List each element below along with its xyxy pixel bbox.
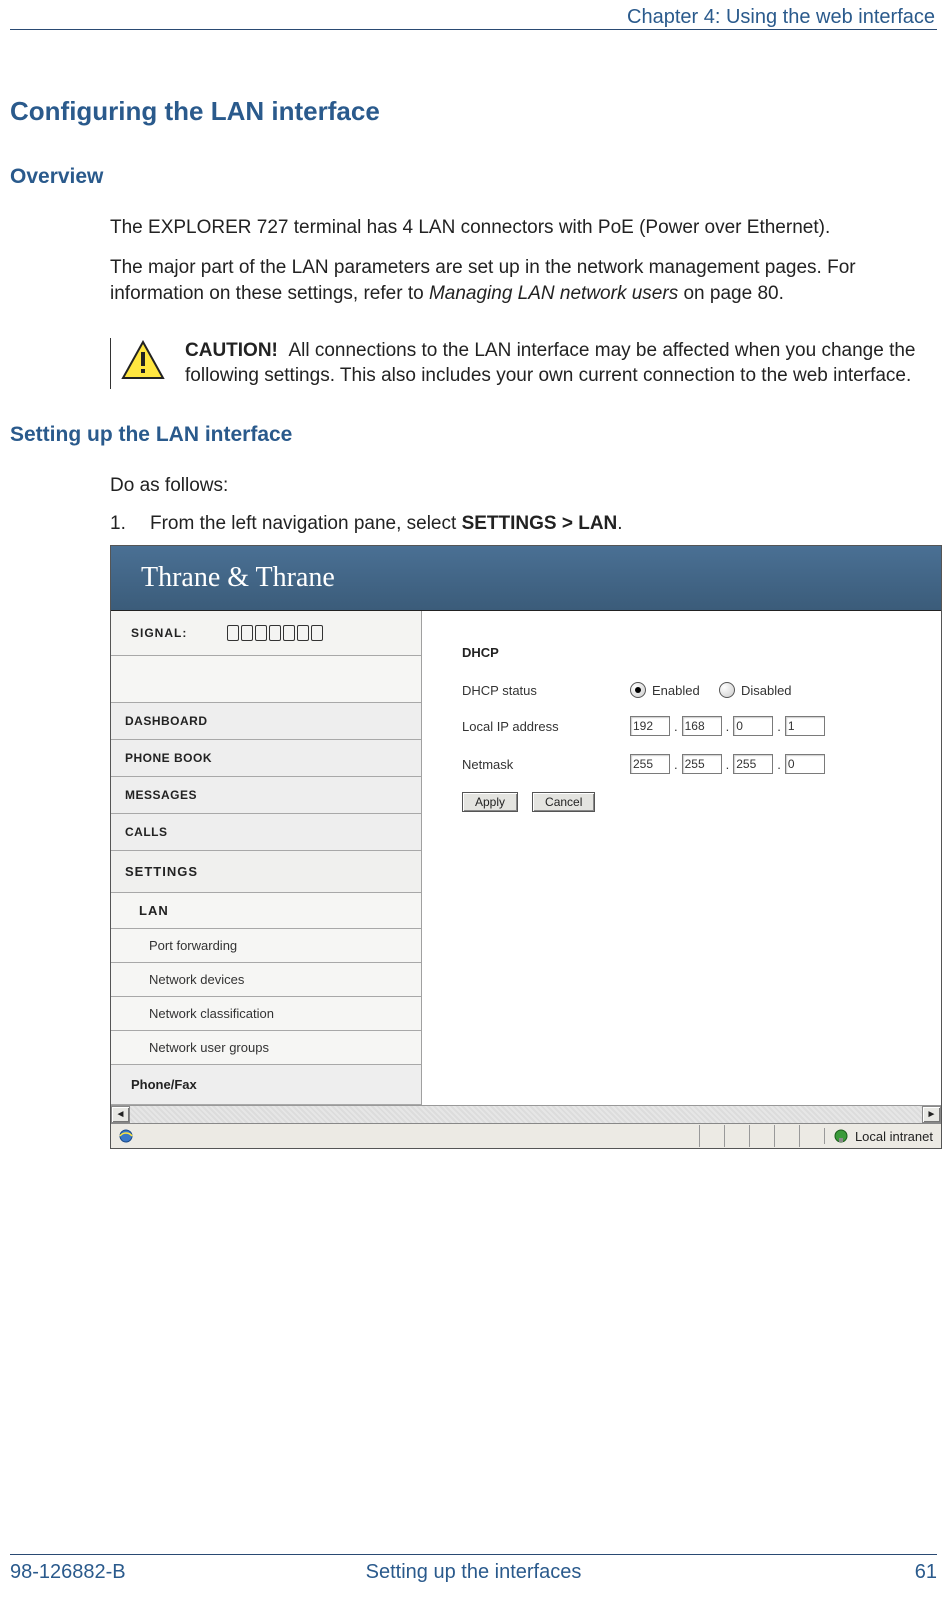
step1-pre: From the left navigation pane, select (150, 513, 462, 534)
signal-bar (311, 625, 323, 641)
signal-bar (241, 625, 253, 641)
signal-row: SIGNAL: (111, 611, 421, 656)
overview-p2-link: Managing LAN network users (429, 283, 678, 304)
status-cells (699, 1125, 824, 1147)
ip-octet-1[interactable]: 192 (630, 716, 670, 736)
dhcp-disabled-label: Disabled (741, 683, 792, 698)
status-left-icon-cell (111, 1128, 141, 1144)
nav-port-forwarding[interactable]: Port forwarding (111, 929, 421, 963)
chevron-left-icon: ◄ (116, 1109, 126, 1120)
cancel-button[interactable]: Cancel (532, 792, 595, 812)
caution-icon (121, 340, 165, 380)
intranet-icon (833, 1128, 849, 1144)
nav-phonebook[interactable]: PHONE BOOK (111, 740, 421, 777)
netmask-octet-1[interactable]: 255 (630, 754, 670, 774)
signal-bar (269, 625, 281, 641)
scroll-track[interactable] (130, 1106, 922, 1123)
local-ip-label: Local IP address (462, 719, 630, 734)
dhcp-status-label: DHCP status (462, 683, 630, 698)
caution-text: CAUTION! All connections to the LAN inte… (185, 338, 937, 389)
nav-dashboard[interactable]: DASHBOARD (111, 703, 421, 740)
nav-network-classification[interactable]: Network classification (111, 997, 421, 1031)
overview-paragraph-2: The major part of the LAN parameters are… (110, 255, 937, 307)
signal-bar (255, 625, 267, 641)
nav-network-user-groups[interactable]: Network user groups (111, 1031, 421, 1065)
caution-label: CAUTION! (185, 340, 278, 361)
netmask-octet-4[interactable]: 0 (785, 754, 825, 774)
dhcp-enabled-label: Enabled (652, 683, 700, 698)
dhcp-status-row: DHCP status Enabled Disabled (462, 682, 941, 698)
status-zone-cell: Local intranet (824, 1128, 941, 1144)
signal-bar (227, 625, 239, 641)
ip-octet-4[interactable]: 1 (785, 716, 825, 736)
setup-intro: Do as follows: (110, 473, 937, 499)
status-cell (724, 1125, 749, 1147)
dhcp-disabled-radio[interactable] (719, 682, 735, 698)
header-rule (10, 29, 937, 30)
signal-bar (283, 625, 295, 641)
ip-octet-2[interactable]: 168 (682, 716, 722, 736)
step1-path: SETTINGS > LAN (462, 513, 618, 534)
overview-heading: Overview (10, 165, 937, 189)
signal-bar (297, 625, 309, 641)
status-zone-text: Local intranet (855, 1129, 933, 1144)
signal-bars (227, 625, 323, 641)
nav-lan[interactable]: LAN (111, 893, 421, 929)
apply-button[interactable]: Apply (462, 792, 518, 812)
step-body: From the left navigation pane, select SE… (150, 513, 623, 535)
section-title: Configuring the LAN interface (10, 96, 937, 127)
local-ip-row: Local IP address 192. 168. 0. 1 (462, 716, 941, 736)
caution-box: CAUTION! All connections to the LAN inte… (110, 338, 937, 389)
overview-p2-post: on page 80. (678, 283, 784, 304)
step1-post: . (617, 513, 622, 534)
nav-phone-fax[interactable]: Phone/Fax (111, 1065, 421, 1105)
netmask-octet-3[interactable]: 255 (733, 754, 773, 774)
screenshot-window: Thrane & Thrane SIGNAL: (110, 545, 942, 1149)
status-cell (799, 1125, 824, 1147)
step-1: 1. From the left navigation pane, select… (110, 513, 937, 535)
scroll-left-button[interactable]: ◄ (111, 1106, 130, 1123)
horizontal-scrollbar[interactable]: ◄ ► (111, 1105, 941, 1123)
netmask-row: Netmask 255. 255. 255. 0 (462, 754, 941, 774)
nav-calls[interactable]: CALLS (111, 814, 421, 851)
chapter-header: Chapter 4: Using the web interface (10, 6, 937, 29)
dhcp-enabled-radio[interactable] (630, 682, 646, 698)
status-cell (749, 1125, 774, 1147)
status-bar: Local intranet (111, 1123, 941, 1148)
brand-bar: Thrane & Thrane (111, 546, 941, 611)
footer-title: Setting up the interfaces (10, 1561, 937, 1584)
page-footer: 98-126882-B Setting up the interfaces 61 (10, 1554, 937, 1584)
nav-messages[interactable]: MESSAGES (111, 777, 421, 814)
overview-paragraph-1: The EXPLORER 727 terminal has 4 LAN conn… (110, 215, 937, 241)
netmask-label: Netmask (462, 757, 630, 772)
ie-icon (118, 1128, 134, 1144)
status-cell (774, 1125, 799, 1147)
sidebar: SIGNAL: DASHBOARD PHONE BOO (111, 611, 422, 1105)
form-panel: DHCP DHCP status Enabled Disabled Local … (422, 611, 941, 1105)
ip-octet-3[interactable]: 0 (733, 716, 773, 736)
netmask-octet-2[interactable]: 255 (682, 754, 722, 774)
signal-label: SIGNAL: (131, 626, 187, 640)
scroll-right-button[interactable]: ► (922, 1106, 941, 1123)
nav-spacer (111, 656, 421, 703)
status-cell (699, 1125, 724, 1147)
step-number: 1. (110, 513, 126, 535)
caution-body: All connections to the LAN interface may… (185, 340, 916, 387)
nav-settings[interactable]: SETTINGS (111, 851, 421, 893)
nav-network-devices[interactable]: Network devices (111, 963, 421, 997)
chevron-right-icon: ► (927, 1109, 937, 1120)
setup-heading: Setting up the LAN interface (10, 423, 937, 447)
form-title: DHCP (462, 645, 941, 660)
